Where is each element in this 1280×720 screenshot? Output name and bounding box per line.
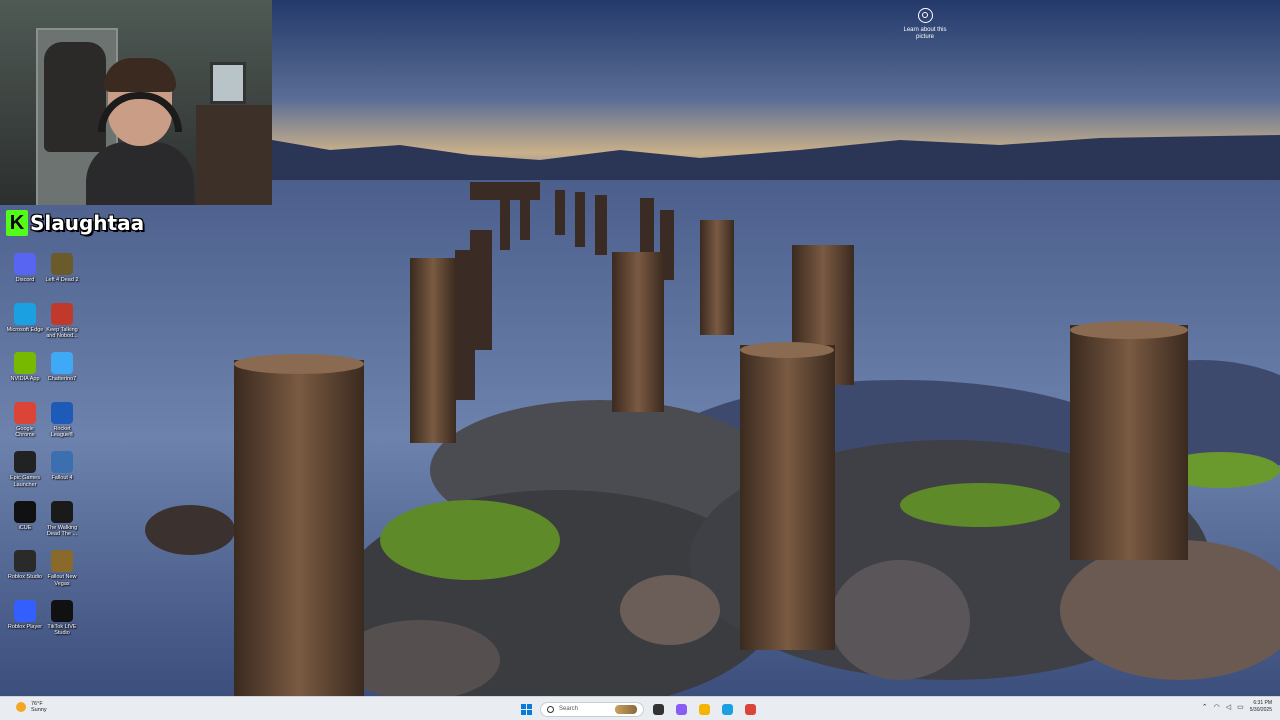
edge-icon [14,302,36,325]
webcam-overlay [0,0,272,205]
desktop-icon[interactable]: Left 4 Dead 2 [43,253,81,284]
learn-about-picture-label: Learn about this picture [903,27,947,40]
weather-desc: Sunny [31,707,47,713]
streamer-figure [86,58,194,205]
walking-dead-icon [51,500,73,523]
desktop-icon[interactable]: NVIDIA App [6,352,44,383]
desktop-icon[interactable]: Rocket League® [43,401,81,439]
desktop-icon[interactable]: Discord [6,253,44,284]
desktop-icon-label: Epic Games Launcher [10,475,40,488]
windows-icon [520,703,532,715]
desktop-icon-label: Roblox Player [7,623,43,630]
desktop-icon[interactable]: Fallout 4 [43,451,81,482]
webcam-window [210,62,246,104]
fallout-nv-icon [51,550,73,572]
fallout4-icon [51,451,73,473]
desktop-icon-label: Keep Talking and Nobod... [46,326,78,340]
start-button[interactable] [518,701,534,717]
nvidia-icon [14,352,36,374]
chrome-icon [14,401,36,424]
chatterino-icon [51,352,73,374]
search-placeholder: Search [559,706,579,712]
system-tray: ⌃ ◠ ◁ ▭ 6:31 PM 5/30/2025 [1202,700,1272,713]
desktop-icon[interactable]: Fallout New Vegas [43,550,81,587]
roblox-player-icon [14,599,36,622]
desktop-icon[interactable]: iCUE [6,500,44,532]
copilot-icon[interactable] [673,701,689,717]
desktop-icon[interactable]: Roblox Player [6,599,44,631]
desktop-icon-label: Roblox Studio [7,574,43,580]
desktop-icon-label: Left 4 Dead 2 [45,277,79,283]
learn-about-picture[interactable]: Learn about this picture [898,8,952,41]
battery-icon[interactable]: ▭ [1237,703,1244,711]
desktop-icon-label: Google Chrome [15,425,35,439]
tiktok-live-icon [51,599,73,622]
desktop-icon-label: Discord [15,277,35,283]
desktop-icon-label: iCUE [18,524,32,531]
desktop-icon-label: TikTok LIVE Studio [47,623,77,637]
roblox-studio-icon [14,550,36,572]
taskbar-center: Search [518,699,758,719]
clock-time: 6:31 PM [1253,700,1272,706]
kick-logo-icon: K [6,210,28,236]
keep-talking-icon [51,302,73,325]
search-icon [547,705,554,713]
search-box[interactable]: Search [540,701,644,717]
streamer-name: Slaughtaa [30,211,145,235]
streamer-overlay: K Slaughtaa [6,210,144,236]
desktop-icon[interactable]: Microsoft Edge [6,302,44,334]
rocket-league-icon [51,401,73,424]
pinned-apps [650,701,758,717]
weather-widget[interactable]: 76°F Sunny [16,701,47,713]
file-explorer-icon[interactable] [696,701,712,717]
camera-icon [917,8,933,23]
desktop-icon-label: Rocket League® [50,425,74,439]
epic-games-icon [14,451,36,473]
desktop-icon-label: Fallout New Vegas [47,574,77,587]
desktop-icon-label: The Walking Dead The ... [46,524,78,538]
webcam-shelf [196,105,272,205]
desktop-icon-label: Chatterino7 [47,376,77,382]
taskbar: 76°F Sunny Search ⌃ ◠ ◁ ▭ 6:31 PM 5/30/2… [0,696,1280,720]
chevron-up-icon[interactable]: ⌃ [1202,703,1208,711]
network-icon[interactable]: ◠ [1214,703,1220,711]
desktop-icon[interactable]: Keep Talking and Nobod... [43,302,81,340]
desktop-icon[interactable]: The Walking Dead The ... [43,500,81,538]
task-view-icon[interactable] [650,701,666,717]
discord-icon [14,253,36,275]
desktop-icon[interactable]: Chatterino7 [43,352,81,383]
left4dead2-icon [51,253,73,275]
clock-date: 5/30/2025 [1249,706,1272,713]
edge-taskbar-icon[interactable] [719,701,735,717]
desktop-icon-label: Microsoft Edge [6,326,44,333]
desktop-icon-label: NVIDIA App [10,376,40,382]
search-highlight-icon [615,704,637,714]
clock[interactable]: 6:31 PM 5/30/2025 [1250,700,1272,713]
desktop-icon[interactable]: Google Chrome [6,401,44,439]
desktop-icon-label: Fallout 4 [51,475,73,481]
icue-icon [14,500,36,523]
volume-icon[interactable]: ◁ [1226,703,1231,711]
desktop-icon[interactable]: TikTok LIVE Studio [43,599,81,637]
chrome-taskbar-icon[interactable] [742,701,758,717]
desktop-icon[interactable]: Epic Games Launcher [6,451,44,488]
desktop-icon[interactable]: Roblox Studio [6,550,44,581]
sun-icon [16,702,26,712]
